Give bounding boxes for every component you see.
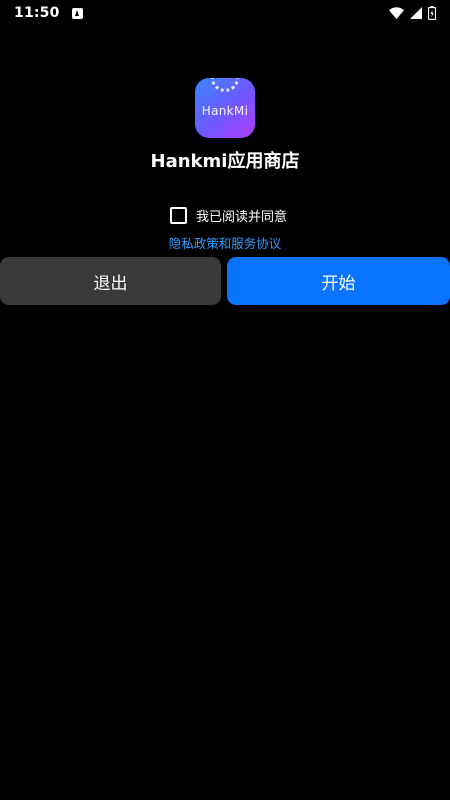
- agree-label: 我已阅读并同意: [196, 210, 288, 225]
- exit-button[interactable]: 退出: [0, 257, 221, 305]
- app-logo-text: HankMi: [201, 104, 249, 118]
- wifi-icon: [389, 7, 404, 19]
- status-right: [389, 6, 436, 20]
- agree-checkbox[interactable]: [170, 207, 187, 224]
- app-logo-icon: HankMi: [195, 78, 255, 138]
- start-button[interactable]: 开始: [227, 257, 450, 305]
- status-left: 11:50: [14, 5, 83, 21]
- notification-a-icon: [71, 7, 83, 19]
- status-time: 11:50: [14, 5, 60, 21]
- battery-icon: [428, 6, 436, 20]
- logo-bag-handle: [211, 78, 239, 92]
- agreement-row[interactable]: 我已阅读并同意: [170, 206, 287, 225]
- app-title: Hankmi应用商店: [150, 151, 300, 172]
- privacy-policy-link[interactable]: 隐私政策和服务协议: [0, 233, 450, 252]
- status-bar: 11:50: [0, 0, 450, 26]
- splash-screen: 11:50 HankMi Hankmi应用商店 我已阅读并同意 隐私政策和服务协…: [0, 0, 450, 800]
- signal-icon: [410, 7, 422, 19]
